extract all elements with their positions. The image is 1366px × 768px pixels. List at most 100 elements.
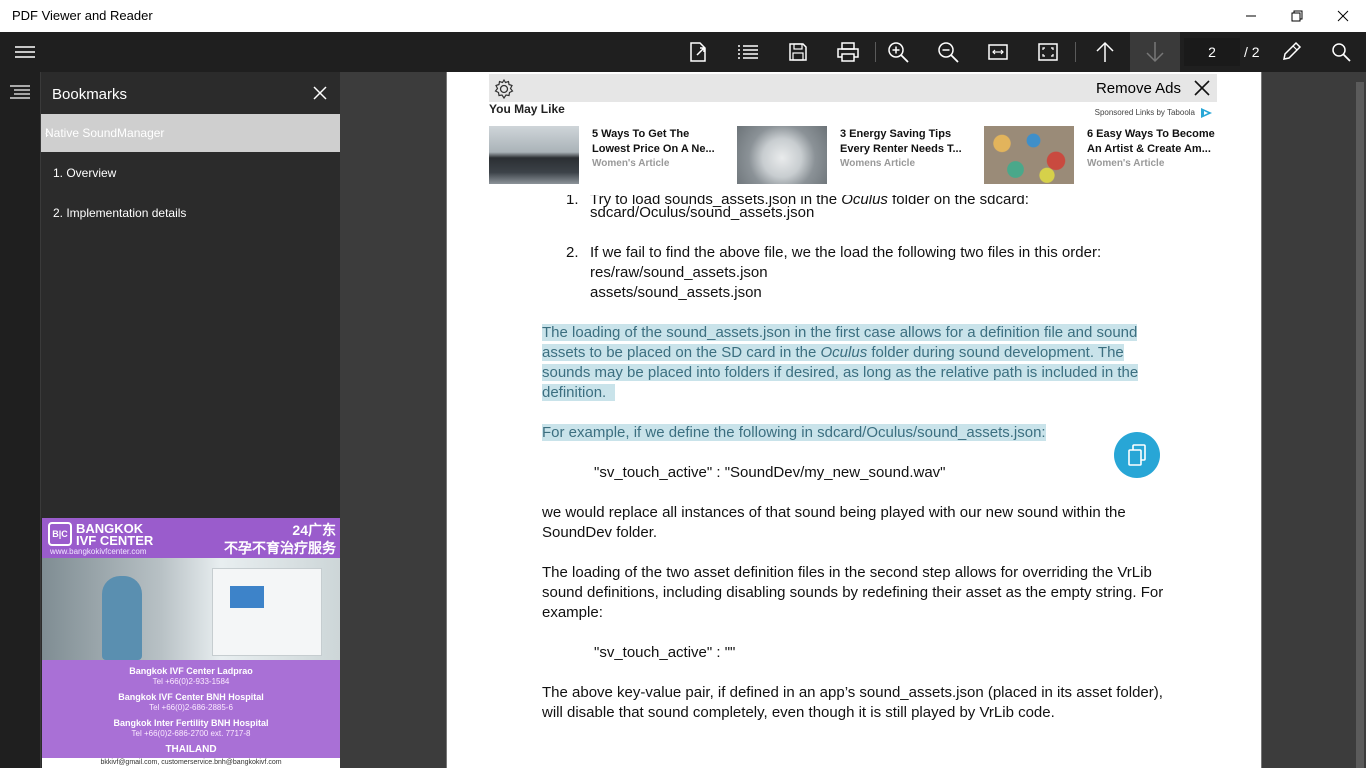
- doc-text-line: The loading of the two asset definition …: [542, 564, 1152, 581]
- close-ad-button[interactable]: [1193, 79, 1211, 102]
- zoom-out-button[interactable]: [923, 32, 973, 72]
- arrow-down-icon: [1146, 42, 1164, 63]
- doc-text-line: assets/sound_assets.json: [590, 284, 762, 301]
- ad-title[interactable]: 3 Energy Saving Tips Every Renter Needs …: [840, 127, 972, 157]
- zoom-in-icon: [888, 42, 909, 63]
- close-icon: [1337, 10, 1349, 22]
- copy-highlight-button[interactable]: [1114, 432, 1160, 478]
- doc-text-line: example:: [542, 604, 603, 621]
- list-number: 2.: [566, 244, 579, 261]
- page-total: / 2: [1244, 44, 1260, 60]
- search-icon: [1332, 43, 1351, 62]
- toolbar-separator: [1075, 42, 1076, 62]
- bookmarks-header: Bookmarks: [41, 72, 341, 114]
- doc-text-line: sound definitions, including disabling s…: [542, 584, 1164, 601]
- ad-brand: IVF CENTER: [76, 533, 154, 548]
- title-bar: PDF Viewer and Reader: [0, 0, 1366, 32]
- close-icon: [1194, 80, 1210, 96]
- export-document-icon: [690, 42, 706, 62]
- ad-phone: Tel +66(0)2-686-2700 ext. 7717-8: [131, 729, 251, 738]
- list-icon: [738, 45, 758, 59]
- search-button[interactable]: [1316, 32, 1366, 72]
- scrollbar-thumb[interactable]: [1356, 82, 1364, 768]
- doc-text-line: sdcard/Oculus/sound_assets.json: [590, 204, 815, 221]
- bookmarks-toggle-button[interactable]: [9, 84, 31, 105]
- highlighted-text-line[interactable]: The loading of the sound_assets.json in …: [542, 323, 1138, 343]
- previous-page-button[interactable]: [1080, 32, 1130, 72]
- left-strip: [0, 72, 40, 768]
- sponsored-content: You May Like Sponsored Links by Taboola …: [489, 102, 1217, 190]
- code-line: "sv_touch_active" : "SoundDev/my_new_sou…: [594, 464, 946, 481]
- fit-page-icon: [1038, 43, 1058, 61]
- next-page-button[interactable]: [1130, 32, 1180, 72]
- save-button[interactable]: [773, 32, 823, 72]
- ad-email: bkkivf@gmail.com, customerservice.bnh@ba…: [42, 758, 340, 768]
- ad-title[interactable]: 6 Easy Ways To Become An Artist & Create…: [1087, 127, 1219, 157]
- ad-source: Women's Article: [1087, 158, 1165, 169]
- ad-source: Womens Article: [840, 158, 916, 169]
- restore-button[interactable]: [1274, 0, 1320, 32]
- doc-text-line: If we fail to find the above file, we th…: [590, 244, 1102, 261]
- ad-source: Women's Article: [592, 158, 670, 169]
- highlighted-text-line[interactable]: sounds may be placed into folders if des…: [542, 363, 1139, 383]
- fit-width-icon: [988, 44, 1008, 60]
- bookmark-item-overview[interactable]: 1. Overview: [53, 166, 116, 180]
- minimize-icon: [1246, 15, 1256, 17]
- print-icon: [837, 42, 859, 62]
- print-button[interactable]: [823, 32, 873, 72]
- ad-location: Bangkok IVF Center BNH Hospital: [118, 692, 264, 702]
- arrow-up-icon: [1096, 41, 1114, 62]
- list-view-button[interactable]: [723, 32, 773, 72]
- close-window-button[interactable]: [1320, 0, 1366, 32]
- close-bookmarks-button[interactable]: [313, 86, 327, 105]
- code-line: "sv_touch_active" : "": [594, 644, 736, 661]
- export-button[interactable]: [673, 32, 723, 72]
- ad-location: Bangkok IVF Center Ladprao: [129, 666, 253, 676]
- bookmark-item-selected[interactable]: Native SoundManager ‹: [41, 114, 341, 152]
- bookmarks-title: Bookmarks: [52, 86, 128, 103]
- doc-text-line: will disable that sound completely, even…: [542, 704, 1055, 721]
- window-title: PDF Viewer and Reader: [12, 8, 153, 23]
- menu-button[interactable]: [0, 32, 50, 72]
- ad-photo-person: [102, 576, 142, 660]
- ad-chinese-text: 不孕不育治疗服务: [224, 540, 336, 556]
- annotate-button[interactable]: [1266, 32, 1316, 72]
- ad-phone: Tel +66(0)2-686-2885-6: [149, 703, 233, 712]
- outline-icon: [10, 85, 30, 99]
- sponsored-label[interactable]: Sponsored Links by Taboola: [1095, 108, 1195, 117]
- ad-thumbnail-meter[interactable]: [737, 126, 827, 184]
- chevron-left-icon[interactable]: ‹: [45, 126, 337, 140]
- ad-bar: Remove Ads: [489, 74, 1217, 102]
- highlighted-text-line[interactable]: For example, if we define the following …: [542, 423, 1046, 443]
- ad-location: Bangkok Inter Fertility BNH Hospital: [113, 718, 269, 728]
- zoom-in-button[interactable]: [873, 32, 923, 72]
- highlighted-text-line[interactable]: definition.: [542, 383, 615, 403]
- ad-settings-button[interactable]: [493, 78, 515, 105]
- ad-logo: B|C: [48, 522, 72, 546]
- minimize-button[interactable]: [1228, 0, 1274, 32]
- close-icon: [313, 86, 327, 100]
- doc-text-line: SoundDev folder.: [542, 524, 658, 541]
- ad-title[interactable]: 5 Ways To Get The Lowest Price On A Ne..…: [592, 127, 724, 157]
- page-number-input[interactable]: 2: [1184, 38, 1240, 66]
- hamburger-icon: [15, 46, 35, 58]
- zoom-out-icon: [938, 42, 959, 63]
- doc-text-line: res/raw/sound_assets.json: [590, 264, 768, 281]
- ad-photo-screen: [230, 586, 264, 608]
- highlighted-text-line[interactable]: assets to be placed on the SD card in th…: [542, 343, 1124, 363]
- ad-thumbnail-car[interactable]: [489, 126, 579, 184]
- you-may-like-heading: You May Like: [489, 102, 565, 116]
- fit-width-button[interactable]: [973, 32, 1023, 72]
- bookmark-item-implementation[interactable]: 2. Implementation details: [53, 206, 186, 220]
- sidebar-advertisement[interactable]: B|C BANGKOK IVF CENTER www.bangkokivfcen…: [42, 518, 340, 768]
- ad-photo-machine: [212, 568, 322, 656]
- save-icon: [789, 43, 807, 61]
- fit-page-button[interactable]: [1023, 32, 1073, 72]
- ad-url: www.bangkokivfcenter.com: [50, 547, 147, 556]
- taboola-icon[interactable]: [1199, 106, 1213, 120]
- restore-icon: [1291, 10, 1303, 22]
- vertical-scrollbar[interactable]: [1354, 72, 1366, 768]
- ad-thumbnail-paints[interactable]: [984, 126, 1074, 184]
- remove-ads-link[interactable]: Remove Ads: [1096, 80, 1181, 97]
- gear-icon: [494, 78, 514, 100]
